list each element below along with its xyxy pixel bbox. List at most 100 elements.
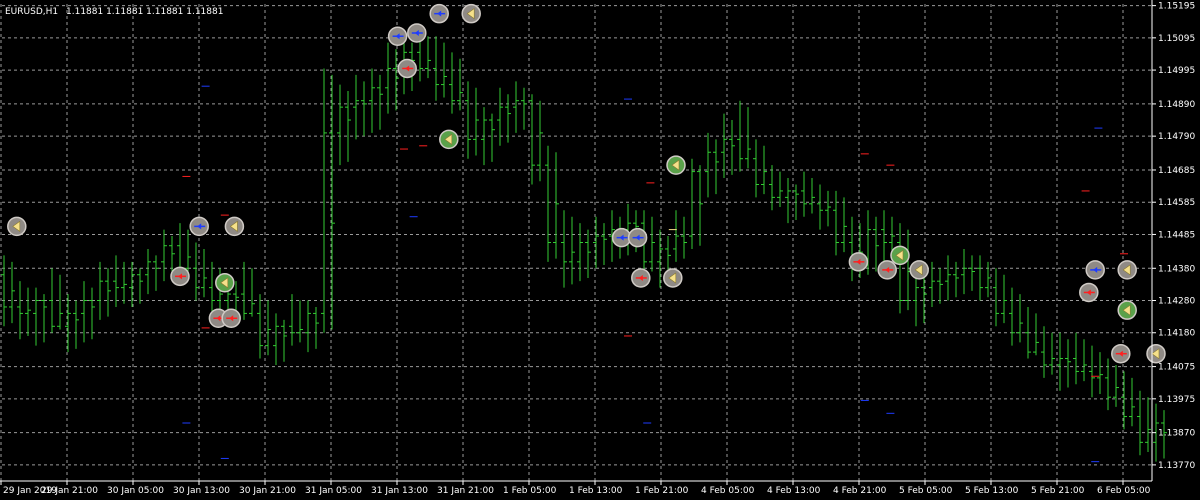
buy-marker xyxy=(1085,260,1105,280)
time-label: 6 Feb 05:00 xyxy=(1097,486,1151,496)
ohlc-bar xyxy=(577,223,591,282)
price-label: 1.14380 xyxy=(1158,264,1195,274)
buy-marker xyxy=(189,216,209,237)
ohlc-bar xyxy=(241,261,255,320)
ohlc-bar xyxy=(337,84,351,166)
price-label: 1.14995 xyxy=(1158,66,1195,76)
close-marker xyxy=(666,155,686,175)
price-axis-labels: 1.15195 1.15095 1.14995 1.14890 1.14790 1.146… xyxy=(1158,2,1195,471)
sell-marker xyxy=(170,266,190,287)
ohlc-bar xyxy=(977,255,991,301)
close-marker xyxy=(224,216,245,237)
ohlc-bar xyxy=(785,178,799,224)
price-label: 1.15095 xyxy=(1158,34,1195,44)
ohlc-bar xyxy=(769,165,783,211)
time-label: 30 Jan 13:00 xyxy=(173,486,230,496)
price-label: 1.15195 xyxy=(1158,2,1195,12)
time-label: 31 Jan 05:00 xyxy=(305,486,362,496)
ohlc-bar xyxy=(433,36,447,101)
time-label: 4 Feb 21:00 xyxy=(833,486,887,496)
ohlc-bars xyxy=(1,29,1167,462)
sell-marker xyxy=(221,308,241,328)
close-marker xyxy=(7,216,27,237)
ohlc-bar xyxy=(833,190,847,256)
price-label: 1.14075 xyxy=(1158,363,1195,373)
ohlc-bar xyxy=(945,255,959,301)
ohlc-bar xyxy=(753,139,767,198)
sell-marker xyxy=(631,268,651,288)
ohlc-bar xyxy=(1089,345,1103,398)
sell-marker xyxy=(1079,282,1099,303)
ohlc-bar xyxy=(1057,332,1071,391)
price-label: 1.14280 xyxy=(1158,297,1195,307)
ohlc-bar xyxy=(257,294,271,359)
price-chart[interactable]: 1.15195 1.15095 1.14995 1.14890 1.14790 1.146… xyxy=(0,0,1200,500)
close-marker xyxy=(663,268,683,288)
price-label: 1.14585 xyxy=(1158,198,1195,208)
time-label: 30 Jan 21:00 xyxy=(239,486,296,496)
price-label: 1.14790 xyxy=(1158,132,1195,142)
ohlc-bar xyxy=(353,74,367,140)
ohlc-bar xyxy=(721,113,735,179)
time-label: 1 Feb 05:00 xyxy=(503,486,557,496)
ohlc-bar xyxy=(593,216,607,269)
time-label: 4 Feb 05:00 xyxy=(701,486,755,496)
close-marker xyxy=(1146,343,1166,364)
ohlc-bar xyxy=(193,242,207,301)
ohlc-bar xyxy=(145,248,159,295)
ohlc-bar xyxy=(497,87,511,146)
buy-marker xyxy=(429,3,449,24)
chart-window[interactable]: 1.15195 1.15095 1.14995 1.14890 1.14790 1.146… xyxy=(0,0,1200,500)
ohlc-bar xyxy=(273,313,287,365)
ohlc-bar xyxy=(817,184,831,230)
ohlc-bar xyxy=(961,248,975,295)
ohlc-bar xyxy=(513,81,527,133)
ohlc-bar xyxy=(993,268,1007,327)
close-marker xyxy=(890,245,910,266)
ohlc-bar xyxy=(1009,287,1023,346)
ohlc-bar xyxy=(1,255,15,327)
price-label: 1.13975 xyxy=(1158,395,1195,405)
buy-marker xyxy=(407,23,427,43)
time-label: 5 Feb 13:00 xyxy=(965,486,1019,496)
price-label: 1.14685 xyxy=(1158,166,1195,176)
time-label: 29 Jan 21:00 xyxy=(41,486,98,496)
time-label: 31 Jan 21:00 xyxy=(437,486,494,496)
ohlc-bar xyxy=(305,300,319,353)
sell-marker xyxy=(397,58,417,79)
sell-marker xyxy=(877,260,897,280)
time-label: 5 Feb 21:00 xyxy=(1031,486,1085,496)
ohlc-bar xyxy=(465,81,479,159)
chart-grid xyxy=(0,4,1152,481)
close-marker xyxy=(909,260,929,280)
sell-marker xyxy=(848,252,869,272)
close-marker xyxy=(439,129,459,150)
ohlc-bar xyxy=(689,158,703,249)
ohlc-bar xyxy=(849,216,863,282)
ohlc-bar xyxy=(529,94,543,185)
price-label: 1.14485 xyxy=(1158,230,1195,240)
ohlc-bar xyxy=(801,171,815,217)
close-marker xyxy=(1117,260,1137,280)
time-axis-labels: 29 Jan 201929 Jan 21:00 30 Jan 05:00 30 Ja… xyxy=(3,486,1151,496)
ohlc-bar xyxy=(1137,390,1151,456)
chart-axes xyxy=(0,0,1156,485)
sell-marker xyxy=(1111,343,1131,364)
ohlc-bar xyxy=(289,294,303,346)
price-label: 1.13770 xyxy=(1158,461,1195,471)
close-marker xyxy=(461,3,481,24)
time-label: 1 Feb 21:00 xyxy=(635,486,689,496)
close-marker xyxy=(215,273,235,293)
ohlc-bar xyxy=(561,210,575,288)
ohlc-bar xyxy=(545,145,559,262)
buy-marker xyxy=(387,26,408,46)
ohlc-bar xyxy=(705,132,719,198)
price-label: 1.14180 xyxy=(1158,329,1195,339)
level-dashes xyxy=(16,85,1128,463)
time-label: 5 Feb 05:00 xyxy=(899,486,953,496)
time-label: 30 Jan 05:00 xyxy=(107,486,164,496)
ohlc-bar xyxy=(33,287,47,346)
ohlc-bar xyxy=(1073,332,1087,385)
ohlc-bar xyxy=(97,261,111,320)
ohlc-bar xyxy=(369,68,383,133)
